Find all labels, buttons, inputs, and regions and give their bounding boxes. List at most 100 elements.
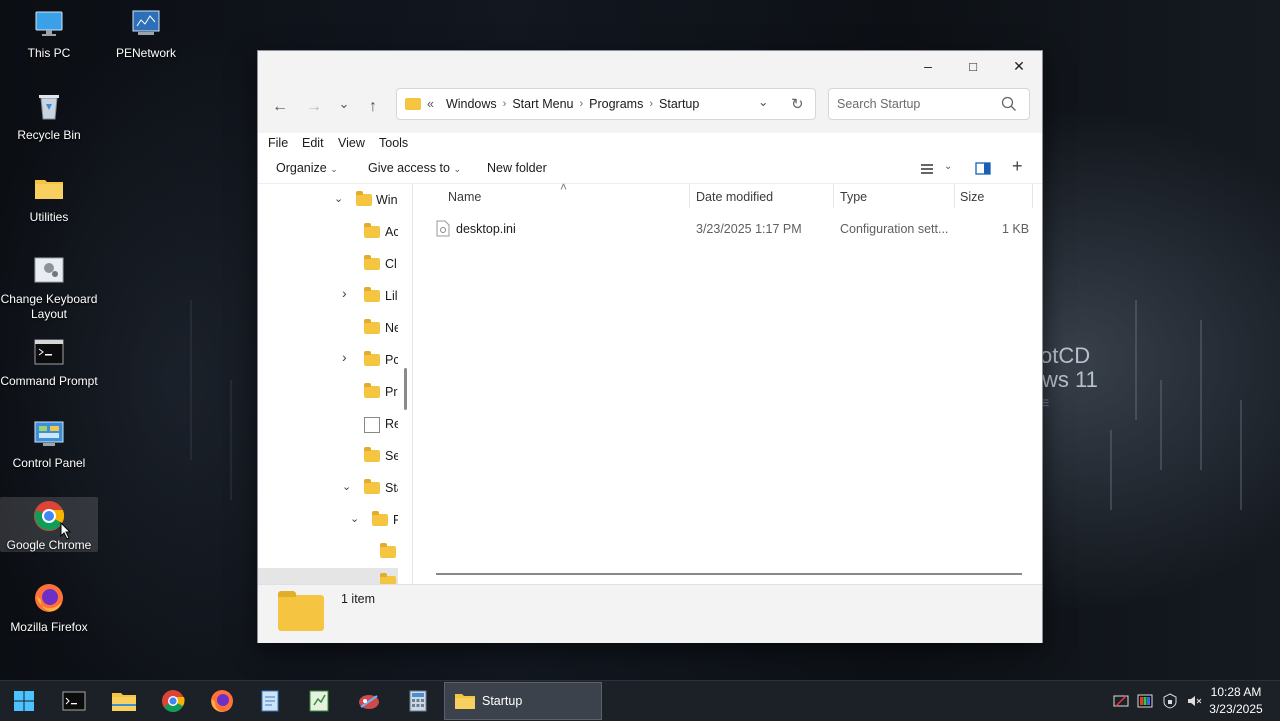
nav-tree-item[interactable]: Se: [258, 440, 398, 472]
folder-icon: [364, 223, 380, 238]
folder-icon: [364, 255, 380, 270]
menu-edit[interactable]: Edit: [302, 136, 324, 150]
folder-icon: [364, 447, 380, 462]
folder-icon: [364, 287, 380, 302]
pane-divider[interactable]: [412, 184, 413, 584]
desktop-icon-label: Google Chrome: [6, 538, 92, 552]
start-button[interactable]: [6, 685, 42, 717]
desktop-icon-control-panel[interactable]: Control Panel: [0, 418, 98, 471]
column-divider[interactable]: [833, 184, 834, 208]
column-header-date-modified[interactable]: Date modified: [696, 190, 773, 204]
close-button[interactable]: ✕: [996, 51, 1042, 81]
taskbar-firefox[interactable]: [204, 685, 240, 717]
nav-tree-item[interactable]: Ac: [258, 216, 398, 248]
search-input[interactable]: Search Startup: [837, 97, 920, 111]
breadcrumb-start-menu[interactable]: Start Menu: [512, 97, 573, 111]
desktop-icon-recycle-bin[interactable]: Recycle Bin: [0, 90, 98, 143]
folder-icon: [405, 98, 421, 110]
nav-tree-item[interactable]: ⌄Sta: [258, 472, 398, 504]
breadcrumb-windows[interactable]: Windows: [446, 97, 497, 111]
system-clock[interactable]: 10:28 AM 3/23/2025: [1200, 684, 1272, 718]
address-overflow[interactable]: «: [427, 97, 434, 111]
breadcrumb-startup[interactable]: Startup: [659, 97, 699, 111]
address-bar[interactable]: « Windows › Start Menu › Programs › Star…: [396, 88, 816, 120]
file-row[interactable]: desktop.ini 3/23/2025 1:17 PM Configurat…: [432, 218, 1032, 240]
give-access-button[interactable]: Give access to ⌄: [368, 161, 461, 175]
refresh-button[interactable]: ↻: [791, 95, 804, 113]
nav-tree-item[interactable]: Re: [258, 408, 398, 440]
nav-tree-item[interactable]: ⌄ P: [258, 504, 398, 536]
file-name[interactable]: desktop.ini: [456, 222, 516, 236]
nav-tree-item[interactable]: › Pc: [258, 344, 398, 376]
preview-pane-icon[interactable]: [975, 162, 991, 175]
taskbar-startup-window[interactable]: Startup: [444, 682, 602, 720]
up-button[interactable]: ↑: [359, 93, 387, 121]
desktop-icon-utilities[interactable]: Utilities: [0, 172, 98, 225]
shortcut-icon: [364, 417, 380, 433]
mouse-cursor-icon: [60, 522, 72, 540]
taskbar-chrome[interactable]: [155, 685, 191, 717]
nav-tree-item-selected[interactable]: [258, 568, 398, 584]
desktop-icon-this-pc[interactable]: This PC: [0, 8, 98, 61]
desktop-icon-google-chrome[interactable]: Google Chrome: [0, 497, 98, 552]
network-tool-icon: [359, 695, 379, 709]
calculator-icon: [409, 690, 427, 712]
desktop-icon-change-keyboard-layout[interactable]: Change Keyboard Layout: [0, 254, 98, 322]
add-icon[interactable]: +: [1012, 156, 1023, 177]
network-tray-icon[interactable]: [1113, 693, 1129, 709]
menu-tools[interactable]: Tools: [379, 136, 408, 150]
column-divider[interactable]: [954, 184, 955, 208]
nav-tree-item[interactable]: Ne: [258, 312, 398, 344]
chevron-right-icon: ›: [579, 98, 584, 110]
column-header-name[interactable]: Name: [448, 190, 481, 204]
new-folder-button[interactable]: New folder: [487, 161, 547, 175]
desktop-icon-penetwork[interactable]: PENetwork: [97, 8, 195, 61]
desktop-icon-command-prompt[interactable]: Command Prompt: [0, 336, 98, 389]
taskbar-file-explorer[interactable]: [106, 685, 142, 717]
nav-tree-item[interactable]: ⌄ Win: [258, 184, 398, 216]
taskbar-registry-editor[interactable]: [301, 685, 337, 717]
taskbar-calculator[interactable]: [400, 685, 436, 717]
chevron-down-icon[interactable]: ⌄: [944, 161, 952, 172]
maximize-button[interactable]: □: [950, 51, 996, 81]
nav-tree-item[interactable]: › Lil: [258, 280, 398, 312]
clock-time: 10:28 AM: [1210, 685, 1262, 699]
column-header-size[interactable]: Size: [960, 190, 984, 204]
recent-locations-button[interactable]: ⌄: [330, 90, 358, 118]
title-bar[interactable]: – □ ✕: [258, 51, 1042, 81]
security-tray-icon[interactable]: [1162, 693, 1178, 709]
view-options-icon[interactable]: [920, 163, 934, 175]
folder-icon: [455, 694, 475, 709]
taskbar-network-tool[interactable]: [351, 685, 387, 717]
display-tray-icon[interactable]: [1137, 693, 1153, 709]
back-button[interactable]: ←: [266, 93, 294, 121]
column-divider[interactable]: [689, 184, 690, 208]
menu-file[interactable]: File: [268, 136, 288, 150]
desktop-icon-mozilla-firefox[interactable]: Mozilla Firefox: [0, 582, 98, 635]
control-panel-icon: [33, 418, 65, 450]
desktop-icon-label: Command Prompt: [0, 374, 98, 388]
menu-view[interactable]: View: [338, 136, 365, 150]
folder-icon: [364, 319, 380, 334]
taskbar-notepad[interactable]: [252, 685, 288, 717]
spreadsheet-icon: [309, 690, 329, 712]
minimize-button[interactable]: –: [905, 51, 951, 81]
horizontal-scrollbar[interactable]: [436, 573, 1022, 575]
column-header-type[interactable]: Type: [840, 190, 867, 204]
taskbar-command-prompt[interactable]: [56, 685, 92, 717]
organize-button[interactable]: Organize ⌄: [276, 161, 338, 175]
desktop-icon-label: Utilities: [29, 210, 69, 224]
breadcrumb-programs[interactable]: Programs: [589, 97, 643, 111]
nav-tree-item[interactable]: Pr: [258, 376, 398, 408]
nav-pane-scrollbar[interactable]: [404, 368, 407, 410]
address-dropdown-button[interactable]: ⌄: [758, 94, 768, 109]
forward-button[interactable]: →: [300, 93, 328, 121]
terminal-icon: [33, 336, 65, 368]
nav-tree-item[interactable]: [258, 536, 398, 568]
desktop-icon-label: Change Keyboard Layout: [0, 292, 98, 321]
search-box[interactable]: Search Startup: [828, 88, 1030, 120]
firefox-icon: [33, 582, 65, 614]
column-divider[interactable]: [1032, 184, 1033, 208]
folder-icon: [380, 543, 396, 558]
nav-tree-item[interactable]: Cl: [258, 248, 398, 280]
